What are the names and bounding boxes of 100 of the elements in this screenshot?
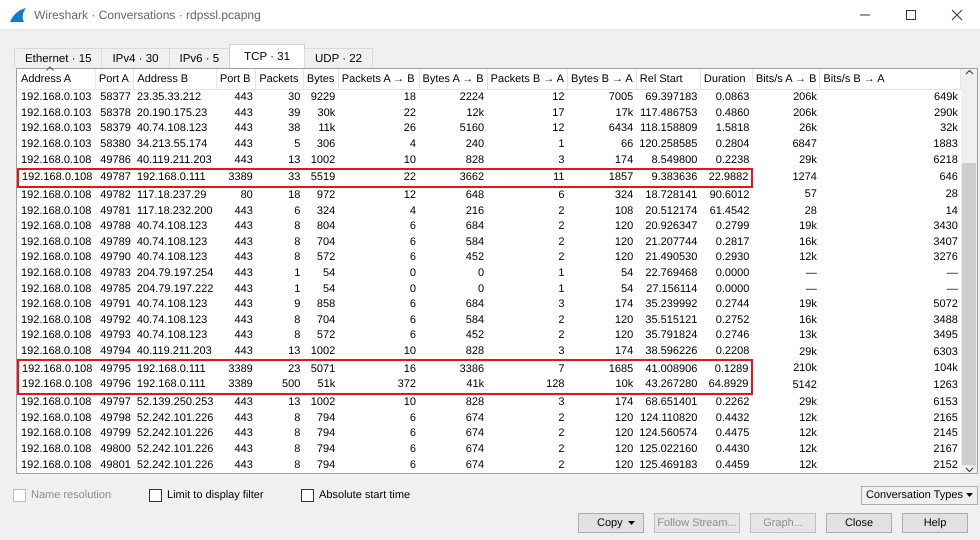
table-cell-text: 49783 — [99, 266, 132, 281]
table-cell-text: 6 — [408, 458, 417, 473]
table-cell: 52.139.250.253 — [134, 394, 216, 410]
scrollbar[interactable] — [961, 69, 977, 473]
checkbox[interactable] — [301, 488, 314, 502]
table-cell: 192.168.0.108 — [18, 344, 96, 360]
checkbox-label[interactable]: Absolute start time — [319, 489, 410, 501]
table-cell: 49795 — [95, 360, 134, 378]
table-cell: 18 — [256, 186, 304, 204]
table-cell-text: 9 — [293, 297, 302, 312]
table-cell: 64.8929 — [700, 377, 752, 394]
table-cell: 51k — [303, 377, 338, 394]
column-header[interactable]: Address B — [134, 69, 216, 90]
table-cell-text: 120 — [614, 234, 634, 250]
table-cell: 324 — [568, 186, 636, 204]
table-cell-text: 8 — [293, 250, 302, 266]
table-cell: 18 — [338, 89, 419, 106]
table-cell: 9229 — [303, 89, 338, 106]
table-cell-text: 192.168.0.108 — [20, 204, 92, 219]
table-cell: 649k — [820, 89, 961, 106]
column-header[interactable]: Address A — [18, 69, 96, 90]
caret-icon — [966, 493, 973, 497]
table-cell-text: 443 — [233, 410, 254, 426]
table-cell-text: 28 — [804, 204, 818, 219]
table-cell-text: 6 — [408, 442, 417, 457]
column-header[interactable]: Bytes — [303, 69, 338, 90]
column-header[interactable]: Packets B → A — [487, 69, 568, 90]
table-cell-text: 0.0000 — [714, 282, 750, 297]
table-cell: 3386 — [419, 360, 488, 378]
checkbox[interactable] — [149, 488, 162, 502]
table-cell: 192.168.0.108 — [18, 152, 96, 169]
column-header[interactable]: Bits/s A → B — [752, 69, 820, 90]
column-header[interactable]: Port B — [216, 69, 256, 90]
table-cell: 13 — [256, 344, 304, 360]
table-cell-text: 49790 — [99, 250, 132, 266]
column-header[interactable]: Bytes A → B — [419, 69, 488, 90]
table-cell-text: 120 — [614, 442, 634, 457]
column-header[interactable]: Bits/s B → A — [820, 69, 961, 90]
table-cell-text: 443 — [233, 219, 254, 234]
dialog-button[interactable]: Close — [826, 513, 892, 533]
table-cell-text: 120 — [614, 426, 634, 442]
table-cell: 5071 — [303, 360, 338, 378]
table-cell-text: 0.4459 — [714, 458, 750, 473]
table-cell-text: 61.4542 — [708, 204, 750, 219]
table-cell: 49782 — [95, 186, 134, 204]
maximize-icon[interactable] — [905, 8, 917, 20]
column-header[interactable]: Rel Start — [636, 69, 700, 90]
table-cell: 58377 — [95, 89, 134, 106]
column-header[interactable]: Bytes B → A — [568, 69, 636, 90]
close-icon[interactable] — [951, 8, 963, 20]
table-cell: 32k — [820, 121, 961, 137]
table-cell: 7 — [487, 360, 568, 378]
table-cell: 443 — [216, 394, 256, 410]
table-cell: 38.596226 — [636, 344, 700, 360]
shark-fin-icon — [8, 6, 28, 22]
conversation-types-button[interactable]: Conversation Types — [860, 486, 978, 504]
table-cell-text: 794 — [316, 442, 336, 457]
column-header[interactable]: Packets — [256, 69, 304, 90]
table-cell: 18.728141 — [636, 186, 700, 204]
table-cell-text: 6 — [408, 234, 417, 250]
table-cell-text: 216 — [464, 204, 486, 219]
tab[interactable]: TCP · 31 — [229, 44, 305, 68]
tab[interactable]: Ethernet · 15 — [14, 48, 102, 68]
table-cell-text: 12k — [798, 442, 818, 457]
table-cell-text: 49798 — [99, 410, 132, 426]
table-cell-text: 6 — [408, 426, 417, 442]
table-cell-text: 11k — [317, 121, 336, 136]
table-cell-text: 1 — [557, 282, 566, 297]
table-cell-text: 0.2744 — [714, 297, 750, 312]
table-cell-text: 2 — [557, 234, 566, 250]
dialog-button[interactable]: Help — [902, 513, 968, 533]
table-cell-text: 192.168.0.108 — [20, 266, 92, 281]
table-cell-text: 49799 — [99, 426, 132, 442]
table-cell-text: 8 — [293, 328, 302, 344]
table-cell-text: — — [804, 266, 818, 281]
tab[interactable]: UDP · 22 — [304, 48, 374, 68]
table-cell-text: 6 — [408, 312, 417, 328]
table-cell-text: 16k — [798, 234, 818, 250]
table-cell-text: 27.156114 — [645, 282, 698, 297]
column-header[interactable]: Packets A → B — [338, 69, 419, 90]
table-cell-text: 443 — [233, 328, 254, 344]
table-cell-text: 794 — [316, 410, 336, 426]
checkbox-label[interactable]: Limit to display filter — [167, 489, 264, 501]
table-cell-text: 0.2752 — [714, 312, 750, 328]
table-cell: 3389 — [216, 168, 256, 187]
table-cell: 57 — [752, 186, 820, 204]
table-cell: 192.168.0.111 — [134, 168, 216, 187]
table-cell: 1857 — [568, 168, 636, 187]
table-cell: 68.651401 — [636, 394, 700, 410]
table-cell: 117.18.237.29 — [134, 186, 216, 204]
table-cell-text: 443 — [233, 204, 254, 219]
copy-button[interactable]: Copy — [578, 513, 644, 533]
table-cell: 1685 — [568, 360, 636, 378]
table-cell: 10 — [338, 344, 419, 360]
table-cell-text: 674 — [464, 458, 486, 473]
table-cell-text: 794 — [316, 458, 336, 473]
column-header[interactable]: Duration — [700, 69, 752, 90]
table-cell: 3 — [487, 344, 568, 360]
column-header[interactable]: Port A — [95, 69, 134, 90]
table-cell-text: 704 — [316, 234, 336, 250]
